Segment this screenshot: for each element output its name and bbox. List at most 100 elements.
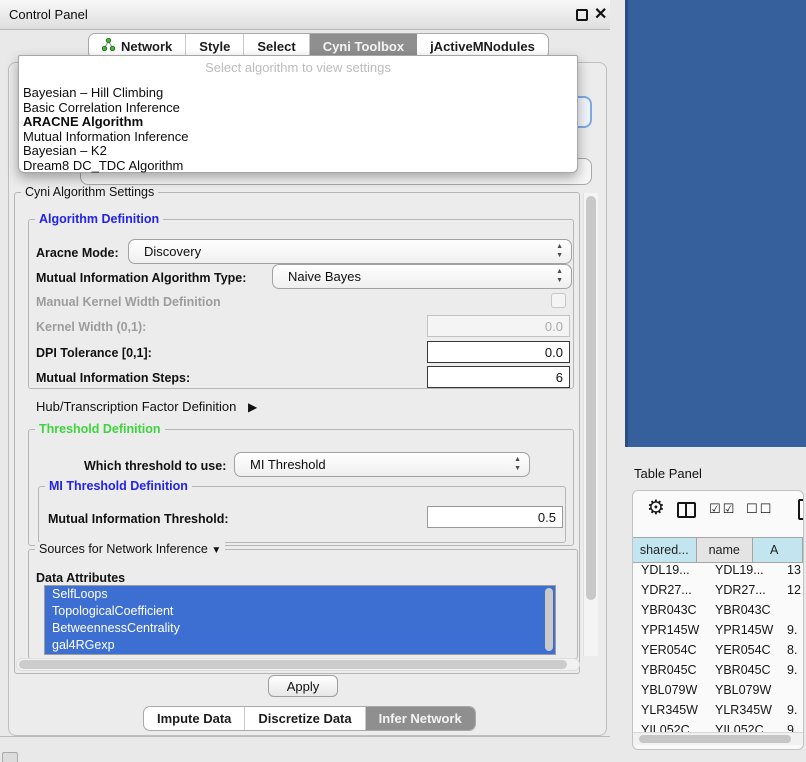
attributes-scrollbar[interactable] bbox=[545, 588, 553, 651]
cell-value[interactable]: 12 bbox=[787, 583, 804, 597]
kernel-width-field[interactable]: 0.0 bbox=[427, 315, 570, 337]
table-row[interactable]: YPR145W YPR145W 9. bbox=[633, 623, 803, 643]
cell-shared-name[interactable]: YBR043C bbox=[641, 603, 711, 617]
table-panel-title: Table Panel bbox=[634, 466, 702, 481]
settings-horizontal-scrollbar[interactable] bbox=[16, 658, 580, 671]
data-attributes-list: SelfLoops TopologicalCoefficient Between… bbox=[44, 585, 556, 655]
select-all-checkboxes-icon[interactable]: ☑☑ bbox=[709, 502, 736, 517]
split-columns-icon[interactable] bbox=[677, 502, 696, 518]
screen: Control Panel ✕ Network Style Select bbox=[0, 0, 806, 762]
table-row[interactable]: YDL19... YDL19... 13 bbox=[633, 563, 803, 583]
algorithm-option[interactable]: Mutual Information Inference bbox=[23, 130, 573, 145]
aracne-mode-select[interactable]: Discovery ▲▼ bbox=[128, 239, 572, 264]
apply-button[interactable]: Apply bbox=[268, 675, 338, 697]
cell-name[interactable]: YDL19... bbox=[715, 563, 783, 577]
algorithm-option[interactable]: Bayesian – K2 bbox=[23, 144, 573, 159]
mi-steps-label: Mutual Information Steps: bbox=[36, 371, 190, 385]
cell-value[interactable]: 13 bbox=[787, 563, 804, 577]
tab-impute-data-label: Impute Data bbox=[157, 711, 231, 726]
cell-shared-name[interactable]: YBR045C bbox=[641, 663, 711, 677]
mi-threshold-value: 0.5 bbox=[538, 510, 556, 525]
data-attributes-label: Data Attributes bbox=[36, 571, 125, 585]
table-row[interactable]: YBL079W YBL079W bbox=[633, 683, 803, 703]
tab-infer-network[interactable]: Infer Network bbox=[366, 707, 475, 730]
algorithm-dropdown-placeholder: Select algorithm to view settings bbox=[19, 60, 577, 75]
cell-name[interactable]: YBL079W bbox=[715, 683, 783, 697]
mi-algorithm-type-select[interactable]: Naive Bayes ▲▼ bbox=[272, 264, 572, 289]
tab-discretize-data[interactable]: Discretize Data bbox=[245, 707, 365, 730]
aracne-mode-label: Aracne Mode: bbox=[36, 246, 119, 260]
algorithm-option[interactable]: Basic Correlation Inference bbox=[23, 101, 573, 116]
mi-threshold-field[interactable]: 0.5 bbox=[427, 506, 563, 528]
tab-jactivemnodules-label: jActiveMNodules bbox=[430, 39, 535, 54]
which-threshold-select[interactable]: MI Threshold ▲▼ bbox=[234, 452, 530, 477]
column-header-shared-name[interactable]: shared... bbox=[633, 538, 697, 562]
tab-cyni-toolbox-label: Cyni Toolbox bbox=[323, 39, 404, 54]
float-window-button[interactable] bbox=[576, 9, 588, 21]
cell-name[interactable]: YER054C bbox=[715, 643, 783, 657]
algorithm-option-selected[interactable]: ARACNE Algorithm bbox=[23, 115, 573, 130]
collapse-down-icon: ▼ bbox=[211, 545, 221, 556]
mi-steps-field[interactable]: 6 bbox=[427, 366, 570, 388]
algorithm-option[interactable]: Bayesian – Hill Climbing bbox=[23, 86, 573, 101]
data-attribute-item[interactable]: TopologicalCoefficient bbox=[45, 603, 555, 620]
mi-algorithm-type-value: Naive Bayes bbox=[288, 269, 361, 284]
cell-shared-name[interactable]: YDR27... bbox=[641, 583, 711, 597]
tab-style-label: Style bbox=[199, 39, 230, 54]
cell-value[interactable]: 8. bbox=[787, 643, 804, 657]
algorithm-dropdown-list: Bayesian – Hill Climbing Basic Correlati… bbox=[23, 86, 573, 173]
manual-kernel-width-label: Manual Kernel Width Definition bbox=[36, 295, 221, 309]
close-icon[interactable]: ✕ bbox=[594, 4, 607, 24]
dpi-tolerance-field[interactable]: 0.0 bbox=[427, 341, 570, 363]
control-panel-titlebar: Control Panel ✕ bbox=[0, 0, 610, 30]
network-icon bbox=[102, 38, 115, 54]
dpi-tolerance-label: DPI Tolerance [0,1]: bbox=[36, 346, 152, 360]
settings-vertical-scrollbar[interactable] bbox=[583, 193, 598, 656]
data-attribute-item[interactable]: SelfLoops bbox=[45, 586, 555, 603]
combo-arrows-icon: ▲▼ bbox=[556, 242, 563, 260]
cell-shared-name[interactable]: YER054C bbox=[641, 643, 711, 657]
tab-impute-data[interactable]: Impute Data bbox=[144, 707, 245, 730]
settings-horizontal-scrollbar-thumb[interactable] bbox=[19, 660, 567, 669]
mi-threshold-definition-title: MI Threshold Definition bbox=[45, 479, 192, 493]
manual-kernel-width-checkbox[interactable] bbox=[551, 293, 566, 308]
cell-value[interactable]: 9. bbox=[787, 703, 804, 717]
table-horizontal-scrollbar[interactable] bbox=[633, 732, 803, 745]
sources-group-title[interactable]: Sources for Network Inference ▼ bbox=[35, 542, 225, 556]
window-grip[interactable] bbox=[2, 752, 18, 762]
table-row[interactable]: YBR043C YBR043C bbox=[633, 603, 803, 623]
data-attribute-item[interactable]: BetweennessCentrality bbox=[45, 620, 555, 637]
table-panel: ⚙ ☑☑ ☐☐ shared... name A YDL19... YDL19.… bbox=[632, 490, 804, 750]
threshold-definition-title: Threshold Definition bbox=[35, 422, 165, 436]
cell-shared-name[interactable]: YPR145W bbox=[641, 623, 711, 637]
cell-name[interactable]: YBR045C bbox=[715, 663, 783, 677]
table-horizontal-scrollbar-thumb[interactable] bbox=[639, 735, 791, 743]
cell-name[interactable]: YBR043C bbox=[715, 603, 783, 617]
cell-name[interactable]: YDR27... bbox=[715, 583, 783, 597]
table-row[interactable]: YBR045C YBR045C 9. bbox=[633, 663, 803, 683]
column-header-clipped[interactable]: A bbox=[753, 538, 803, 562]
network-desktop: GAL GAL80 GAL10 GAL1 GAL11 SWI4 GAL4 GCY… bbox=[625, 0, 806, 447]
gear-icon[interactable]: ⚙ bbox=[647, 495, 665, 519]
cell-shared-name[interactable]: YLR345W bbox=[641, 703, 711, 717]
table-row[interactable]: YDR27... YDR27... 12 bbox=[633, 583, 803, 603]
document-icon[interactable] bbox=[798, 499, 804, 520]
table-row[interactable]: YER054C YER054C 8. bbox=[633, 643, 803, 663]
deselect-all-checkboxes-icon[interactable]: ☐☐ bbox=[746, 502, 773, 517]
cell-value[interactable]: 9. bbox=[787, 623, 804, 637]
cell-value[interactable]: 9. bbox=[787, 663, 804, 677]
cell-shared-name[interactable]: YDL19... bbox=[641, 563, 711, 577]
hub-transcription-factor-section[interactable]: Hub/Transcription Factor Definition ▶ bbox=[36, 399, 257, 414]
cell-name[interactable]: YPR145W bbox=[715, 623, 783, 637]
algorithm-option[interactable]: Dream8 DC_TDC Algorithm bbox=[23, 159, 573, 174]
table-row[interactable]: YLR345W YLR345W 9. bbox=[633, 703, 803, 723]
which-threshold-value: MI Threshold bbox=[250, 457, 326, 472]
tab-select-label: Select bbox=[257, 39, 295, 54]
column-header-name[interactable]: name bbox=[697, 538, 753, 562]
cell-shared-name[interactable]: YBL079W bbox=[641, 683, 711, 697]
algorithm-dropdown-popup: Select algorithm to view settings Bayesi… bbox=[18, 55, 578, 173]
cell-name[interactable]: YLR345W bbox=[715, 703, 783, 717]
data-attribute-item[interactable]: gal4RGexp bbox=[45, 637, 555, 654]
settings-vertical-scrollbar-thumb[interactable] bbox=[586, 196, 596, 600]
combo-arrows-icon: ▲▼ bbox=[514, 455, 521, 473]
